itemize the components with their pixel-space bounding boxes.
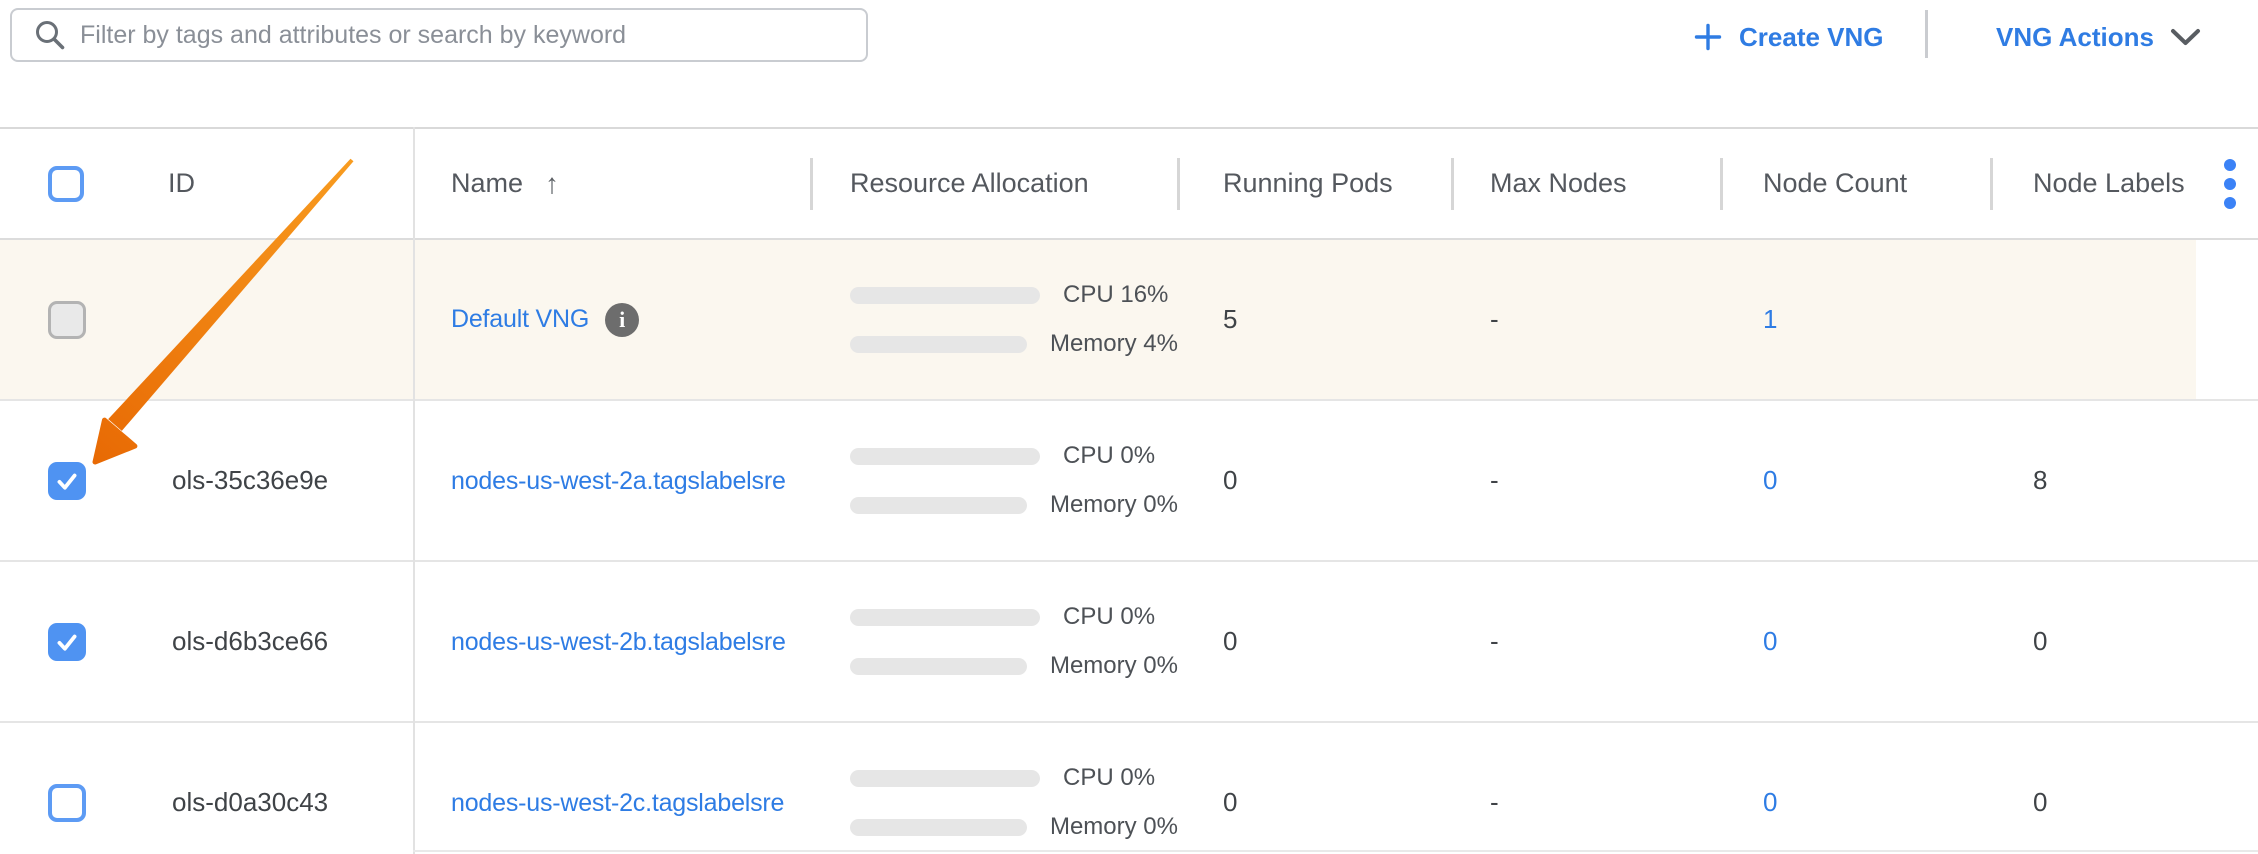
vng-actions-dropdown[interactable]: VNG Actions — [1996, 12, 2201, 62]
node-labels-value: 0 — [1991, 787, 2215, 818]
sort-ascending-icon: ↑ — [545, 168, 559, 200]
running-pods-value: 5 — [1178, 304, 1452, 335]
row-checkbox-checked[interactable] — [48, 623, 86, 661]
table-row: Default VNG i CPU 16% Memory 4% 5 - — [0, 240, 2258, 401]
running-pods-value: 0 — [1178, 626, 1452, 657]
node-count-link[interactable]: 0 — [1763, 626, 1777, 656]
vng-name-link[interactable]: nodes-us-west-2b.tagslabelsre — [451, 628, 786, 656]
toolbar-divider — [1925, 10, 1928, 58]
vng-table-screen: Create VNG VNG Actions ID Name ↑ Resourc… — [0, 0, 2258, 854]
cpu-bar — [850, 770, 1040, 787]
search-input[interactable] — [80, 21, 846, 50]
vng-id: ols-35c36e9e — [168, 465, 413, 496]
vng-id: ols-d6b3ce66 — [168, 626, 413, 657]
node-count-link[interactable]: 1 — [1763, 304, 1777, 334]
checkmark-icon — [51, 465, 83, 497]
memory-bar — [850, 336, 1027, 353]
row-checkbox-unchecked[interactable] — [48, 784, 86, 822]
node-labels-value: 8 — [1991, 465, 2215, 496]
select-all-checkbox[interactable] — [48, 166, 84, 202]
table-row: ols-d6b3ce66 nodes-us-west-2b.tagslabels… — [0, 562, 2258, 723]
memory-bar — [850, 497, 1027, 514]
memory-label: Memory 0% — [1050, 491, 1178, 519]
column-header-max-nodes[interactable]: Max Nodes — [1452, 129, 1721, 238]
node-count-link[interactable]: 0 — [1763, 465, 1777, 495]
cpu-label: CPU 0% — [1063, 603, 1155, 631]
table-header: ID Name ↑ Resource Allocation Running Po… — [0, 127, 2258, 240]
vng-name-link[interactable]: Default VNG — [451, 305, 589, 334]
node-labels-value: 0 — [1991, 626, 2215, 657]
plus-icon — [1694, 23, 1722, 51]
table-body: Default VNG i CPU 16% Memory 4% 5 - — [0, 240, 2258, 854]
node-count-link[interactable]: 0 — [1763, 787, 1777, 817]
running-pods-value: 0 — [1178, 465, 1452, 496]
running-pods-value: 0 — [1178, 787, 1452, 818]
column-header-node-labels[interactable]: Node Labels — [1991, 129, 2215, 238]
vng-name-link[interactable]: nodes-us-west-2c.tagslabelsre — [451, 789, 784, 817]
name-column-divider — [413, 127, 415, 854]
memory-bar — [850, 819, 1027, 836]
cpu-bar — [850, 448, 1040, 465]
max-nodes-value: - — [1452, 626, 1721, 657]
column-header-name[interactable]: Name ↑ — [413, 129, 811, 238]
column-header-resource-allocation[interactable]: Resource Allocation — [811, 129, 1178, 238]
max-nodes-value: - — [1452, 465, 1721, 496]
max-nodes-value: - — [1452, 304, 1721, 335]
table-row: ols-35c36e9e nodes-us-west-2a.tagslabels… — [0, 401, 2258, 562]
vng-name-link[interactable]: nodes-us-west-2a.tagslabelsre — [451, 467, 786, 495]
search-box[interactable] — [10, 8, 868, 62]
columns-menu-icon[interactable] — [2215, 159, 2236, 209]
vng-id: ols-d0a30c43 — [168, 787, 413, 818]
cpu-bar — [850, 609, 1040, 626]
column-header-node-count[interactable]: Node Count — [1721, 129, 1991, 238]
info-icon[interactable]: i — [605, 303, 639, 337]
memory-label: Memory 0% — [1050, 813, 1178, 841]
max-nodes-value: - — [1452, 787, 1721, 818]
row-checkbox-checked[interactable] — [48, 462, 86, 500]
create-vng-button[interactable]: Create VNG — [1694, 12, 1884, 62]
checkmark-icon — [51, 626, 83, 658]
cpu-label: CPU 0% — [1063, 764, 1155, 792]
chevron-down-icon — [2170, 28, 2201, 47]
cpu-bar — [850, 287, 1040, 304]
table-row: ols-d0a30c43 nodes-us-west-2c.tagslabels… — [0, 723, 2258, 854]
memory-label: Memory 4% — [1050, 330, 1178, 358]
table-bottom-border — [413, 850, 2258, 852]
column-header-id[interactable]: ID — [168, 129, 413, 238]
cpu-label: CPU 16% — [1063, 281, 1168, 309]
search-icon — [34, 19, 66, 51]
column-header-running-pods[interactable]: Running Pods — [1178, 129, 1452, 238]
vng-actions-label: VNG Actions — [1996, 22, 2154, 53]
cpu-label: CPU 0% — [1063, 442, 1155, 470]
row-checkbox-disabled — [48, 301, 86, 339]
memory-label: Memory 0% — [1050, 652, 1178, 680]
memory-bar — [850, 658, 1027, 675]
create-vng-label: Create VNG — [1739, 22, 1884, 53]
